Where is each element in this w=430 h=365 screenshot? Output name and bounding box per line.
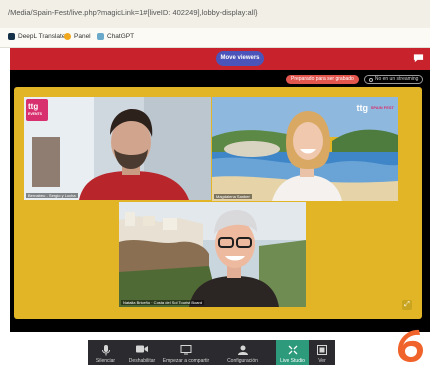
url-text[interactable]: /Media/Spain-Fest/live.php?magicLink=1#[… bbox=[8, 8, 258, 17]
settings-button[interactable]: Configuración bbox=[211, 340, 274, 365]
view-label: Ver bbox=[318, 358, 326, 364]
video-tile-2[interactable]: ttg SPAIN FEST Magdalena Sanber bbox=[212, 97, 398, 201]
bookmark-label: DeepL Translate bbox=[18, 33, 66, 40]
live-studio-icon bbox=[288, 345, 297, 355]
mute-button[interactable]: Silenciar bbox=[88, 340, 123, 365]
deepl-icon bbox=[8, 33, 15, 40]
screen: /Media/Spain-Fest/live.php?magicLink=1#[… bbox=[0, 0, 430, 365]
stage-frame: ttg EVENTS Bernabeu - Sergio y Lucha ttg bbox=[14, 87, 422, 319]
camera-icon bbox=[136, 345, 148, 353]
screen-share-icon bbox=[180, 345, 192, 355]
settings-label: Configuración bbox=[227, 358, 258, 364]
chatgpt-icon bbox=[97, 33, 104, 40]
view-icon bbox=[317, 345, 327, 355]
mute-label: Silenciar bbox=[95, 358, 116, 364]
number-six-logo bbox=[398, 329, 423, 362]
participant-name: Natalia Briceño · Costa del Sol Tourist … bbox=[121, 300, 205, 305]
bookmark-deepl[interactable]: DeepL Translate bbox=[8, 33, 65, 40]
people-icon bbox=[237, 345, 248, 355]
bookmarks-bar: DeepL Translate Panel ChatGPT bbox=[0, 28, 430, 48]
streaming-status-badge: No en un streaming bbox=[363, 75, 424, 84]
stream-status-icon bbox=[368, 77, 373, 82]
streaming-status-label: No en un streaming bbox=[374, 76, 419, 82]
bookmark-label: Panel bbox=[74, 33, 91, 40]
participant-name: Magdalena Sanber bbox=[214, 194, 252, 199]
browser-address-bar[interactable]: /Media/Spain-Fest/live.php?magicLink=1#[… bbox=[0, 0, 430, 28]
live-studio-label: Live Studio bbox=[280, 358, 305, 364]
view-button[interactable]: Ver bbox=[311, 340, 333, 365]
spain-fest-logo-text: ttg bbox=[356, 103, 369, 113]
chat-icon[interactable] bbox=[413, 53, 424, 63]
participant-video bbox=[24, 97, 211, 200]
participant-video bbox=[119, 202, 306, 307]
share-screen-button[interactable]: Empezar a compartir bbox=[161, 340, 211, 365]
bookmark-chatgpt[interactable]: ChatGPT bbox=[97, 33, 134, 40]
disable-camera-label: Deshabilitar bbox=[128, 358, 156, 364]
logo-text-bottom: EVENTS bbox=[28, 112, 43, 116]
participant-video bbox=[212, 97, 398, 201]
participant-name: Bernabeu - Sergio y Lucha bbox=[26, 193, 78, 198]
logo-text-top: ttg bbox=[28, 102, 39, 111]
app-header: Move viewers bbox=[10, 48, 430, 70]
share-screen-label: Empezar a compartir bbox=[162, 358, 210, 364]
microphone-icon bbox=[101, 345, 110, 356]
bookmark-label: ChatGPT bbox=[107, 33, 135, 40]
fullscreen-icon[interactable]: ⤢ bbox=[402, 300, 412, 310]
bookmark-panel[interactable]: Panel bbox=[64, 33, 91, 40]
disable-camera-button[interactable]: Deshabilitar bbox=[123, 340, 161, 365]
spain-fest-logo-sub: SPAIN FEST bbox=[370, 105, 394, 110]
recording-ready-badge: Preparado para ser grabado bbox=[286, 75, 359, 84]
video-tile-3[interactable]: Natalia Briceño · Costa del Sol Tourist … bbox=[119, 202, 306, 307]
live-studio-button[interactable]: Live Studio bbox=[276, 340, 309, 365]
status-tags: Preparado para ser grabado No en un stre… bbox=[286, 75, 424, 84]
panel-icon bbox=[64, 33, 71, 40]
move-viewers-button[interactable]: Move viewers bbox=[216, 51, 264, 66]
meeting-toolbar: Silenciar Deshabilitar Empezar a compart… bbox=[88, 340, 335, 365]
video-tile-1[interactable]: ttg EVENTS Bernabeu - Sergio y Lucha bbox=[24, 97, 211, 200]
